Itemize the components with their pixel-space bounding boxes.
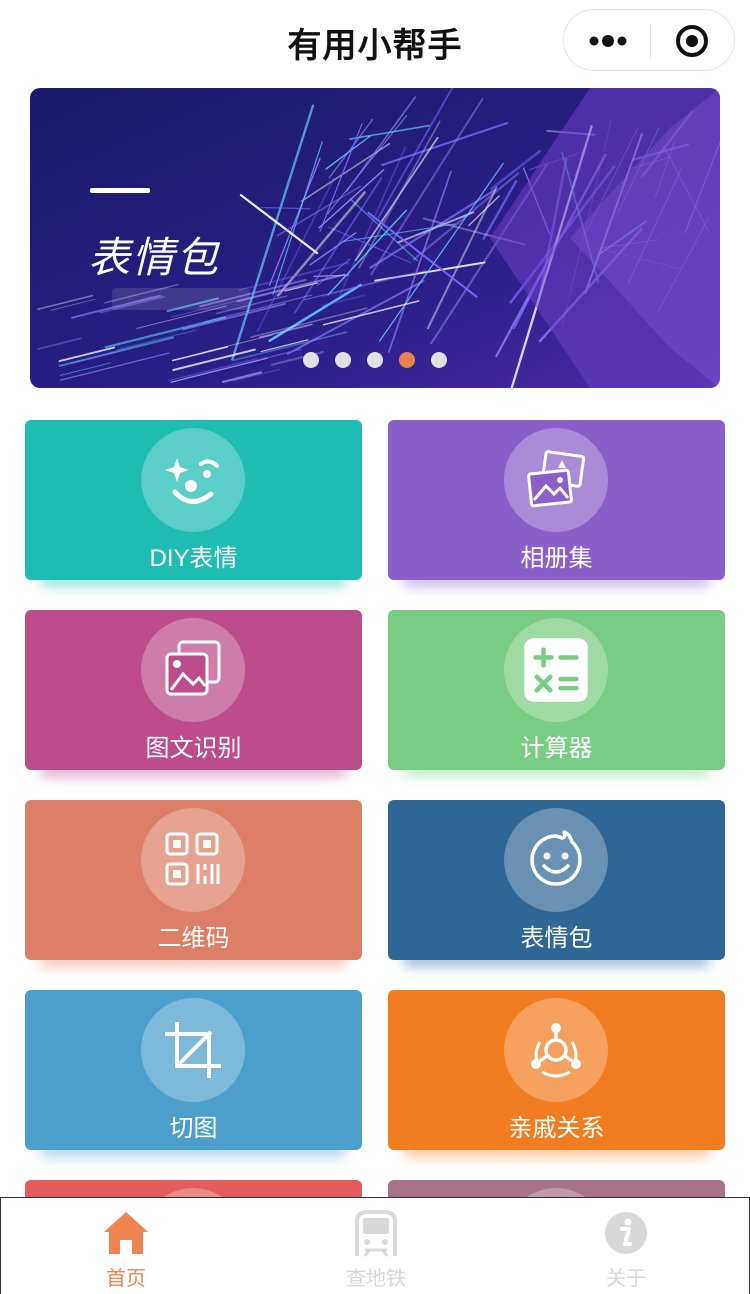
tab-metro[interactable]: 查地铁 (251, 1198, 501, 1294)
tile-icon-circle (504, 618, 608, 722)
banner-accent-line (90, 188, 150, 193)
tab-label: 关于 (606, 1268, 646, 1290)
more-dots-icon[interactable] (588, 28, 628, 54)
tile-label: 计算器 (520, 735, 593, 762)
tile-label: 表情包 (520, 925, 593, 952)
carousel-dot-2[interactable] (335, 352, 351, 368)
sparkle-face-icon (165, 458, 219, 504)
tile-relationship[interactable]: 亲戚关系 (388, 990, 725, 1150)
nav-header: 有用小帮手 (0, 0, 750, 80)
tile-diy-emoji[interactable]: DIY表情 (25, 420, 362, 580)
tab-home[interactable]: 首页 (1, 1198, 251, 1294)
banner-carousel[interactable]: 表情包 (30, 88, 720, 388)
tile-label: 亲戚关系 (508, 1115, 605, 1142)
mini-program-capsule (563, 9, 735, 71)
tile-label: 二维码 (157, 925, 230, 952)
banner-subtitle-placeholder (112, 288, 250, 310)
tile-icon-circle (141, 618, 245, 722)
capsule-divider (650, 24, 651, 58)
tab-label: 查地铁 (346, 1268, 406, 1290)
smiley-icon (530, 830, 582, 886)
image-recognition-icon (165, 640, 221, 696)
tile-icon-circle (141, 428, 245, 532)
tile-icon-circle (504, 808, 608, 912)
tile-image-recognition[interactable]: 图文识别 (25, 610, 362, 770)
metro-icon (355, 1210, 397, 1257)
carousel-dot-3[interactable] (367, 352, 383, 368)
qr-code-icon (165, 832, 220, 886)
tile-calculator[interactable]: 计算器 (388, 610, 725, 770)
tile-qr-code[interactable]: 二维码 (25, 800, 362, 960)
tile-crop[interactable]: 切图 (25, 990, 362, 1150)
tab-bar: 首页 查地铁 关于 (0, 1197, 750, 1294)
tile-label: 切图 (169, 1115, 218, 1142)
target-icon[interactable] (675, 24, 709, 58)
banner-title: 表情包 (88, 234, 221, 281)
tile-label: 图文识别 (145, 735, 242, 762)
carousel-indicators (303, 352, 447, 368)
tile-label: DIY表情 (149, 545, 238, 572)
crop-icon (165, 1022, 221, 1078)
photo-album-icon (527, 450, 586, 508)
info-icon (605, 1212, 647, 1254)
relationship-icon (531, 1023, 581, 1078)
tile-icon-circle (504, 998, 608, 1102)
carousel-dot-1[interactable] (303, 352, 319, 368)
tile-label: 相册集 (520, 545, 593, 572)
carousel-dot-4[interactable] (399, 352, 415, 368)
home-icon (104, 1212, 148, 1254)
tile-icon-circle (141, 808, 245, 912)
tab-label: 首页 (106, 1268, 146, 1290)
calculator-icon (524, 638, 588, 702)
tile-emoji-pack[interactable]: 表情包 (388, 800, 725, 960)
tab-about[interactable]: 关于 (501, 1198, 750, 1294)
tile-photo-album[interactable]: 相册集 (388, 420, 725, 580)
carousel-dot-5[interactable] (431, 352, 447, 368)
tile-icon-circle (504, 428, 608, 532)
tile-icon-circle (141, 998, 245, 1102)
